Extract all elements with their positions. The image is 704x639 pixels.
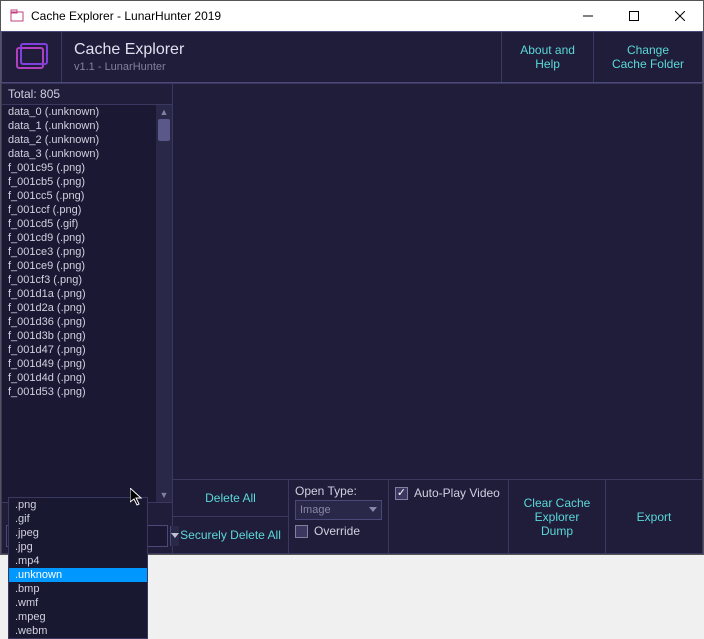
dropdown-item[interactable]: .unknown [9, 568, 147, 582]
list-item[interactable]: f_001ccf (.png) [2, 203, 156, 217]
scroll-down-button[interactable]: ▼ [156, 488, 172, 502]
list-item[interactable]: f_001d1a (.png) [2, 287, 156, 301]
open-type-select[interactable]: Image [295, 500, 382, 520]
dropdown-item[interactable]: .webm [9, 624, 147, 638]
list-item[interactable]: f_001ce3 (.png) [2, 245, 156, 259]
scroll-thumb[interactable] [158, 119, 170, 141]
maximize-button[interactable] [611, 1, 657, 31]
dropdown-item[interactable]: .gif [9, 512, 147, 526]
export-button[interactable]: Export [605, 480, 702, 553]
list-item[interactable]: f_001d2a (.png) [2, 301, 156, 315]
list-item[interactable]: f_001c95 (.png) [2, 161, 156, 175]
list-item[interactable]: data_0 (.unknown) [2, 105, 156, 119]
header-subtitle: v1.1 - LunarHunter [74, 61, 489, 73]
scroll-up-button[interactable]: ▲ [156, 105, 172, 119]
close-button[interactable] [657, 1, 703, 31]
dropdown-item[interactable]: .jpeg [9, 526, 147, 540]
window-title: Cache Explorer - LunarHunter 2019 [31, 9, 565, 23]
scrollbar[interactable]: ▲ ▼ [156, 105, 172, 502]
autoplay-column: Auto-Play Video [389, 480, 509, 553]
autoplay-row: Auto-Play Video [395, 486, 502, 500]
bottom-toolbar: Delete All Securely Delete All Open Type… [173, 479, 702, 553]
chevron-down-icon [369, 504, 377, 516]
titlebar: Cache Explorer - LunarHunter 2019 [1, 1, 703, 31]
filter-dropdown[interactable]: .png.gif.jpeg.jpg.mp4.unknown.bmp.wmf.mp… [8, 497, 148, 639]
list-item[interactable]: data_3 (.unknown) [2, 147, 156, 161]
list-item[interactable]: data_2 (.unknown) [2, 133, 156, 147]
file-list[interactable]: data_0 (.unknown)data_1 (.unknown)data_2… [2, 105, 156, 502]
autoplay-checkbox[interactable] [395, 487, 408, 500]
left-panel: Total: 805 data_0 (.unknown)data_1 (.unk… [1, 83, 173, 554]
override-label: Override [314, 524, 360, 538]
app-window: Cache Explorer - LunarHunter 2019 Cache … [0, 0, 704, 555]
open-type-label: Open Type: [295, 484, 382, 498]
list-item[interactable]: f_001d3b (.png) [2, 329, 156, 343]
override-row: Override [295, 524, 382, 538]
list-item[interactable]: data_1 (.unknown) [2, 119, 156, 133]
list-item[interactable]: f_001d53 (.png) [2, 385, 156, 399]
list-item[interactable]: f_001ce9 (.png) [2, 259, 156, 273]
list-item[interactable]: f_001d36 (.png) [2, 315, 156, 329]
clear-cache-dump-button[interactable]: Clear Cache Explorer Dump [509, 480, 605, 553]
list-item[interactable]: f_001d49 (.png) [2, 357, 156, 371]
main-body: Total: 805 data_0 (.unknown)data_1 (.unk… [1, 83, 703, 554]
window-controls [565, 1, 703, 31]
delete-column: Delete All Securely Delete All [173, 480, 289, 553]
app-header: Cache Explorer v1.1 - LunarHunter About … [1, 31, 703, 83]
total-count: Total: 805 [2, 84, 172, 105]
dropdown-item[interactable]: .mp4 [9, 554, 147, 568]
preview-area [173, 84, 702, 479]
autoplay-label: Auto-Play Video [414, 486, 500, 500]
dropdown-item[interactable]: .wmf [9, 596, 147, 610]
about-help-button[interactable]: About and Help [501, 32, 593, 82]
dropdown-item[interactable]: .png [9, 498, 147, 512]
securely-delete-all-button[interactable]: Securely Delete All [173, 516, 288, 553]
list-item[interactable]: f_001cf3 (.png) [2, 273, 156, 287]
list-item[interactable]: f_001d4d (.png) [2, 371, 156, 385]
open-type-value: Image [300, 504, 331, 516]
dropdown-item[interactable]: .jpg [9, 540, 147, 554]
list-item[interactable]: f_001cc5 (.png) [2, 189, 156, 203]
list-item[interactable]: f_001cd5 (.gif) [2, 217, 156, 231]
list-item[interactable]: f_001cb5 (.png) [2, 175, 156, 189]
right-panel: Delete All Securely Delete All Open Type… [173, 83, 703, 554]
app-icon [9, 8, 25, 24]
header-logo [2, 32, 62, 82]
dropdown-item[interactable]: .mpeg [9, 610, 147, 624]
filter-dropdown-button[interactable] [170, 526, 179, 546]
list-item[interactable]: f_001cd9 (.png) [2, 231, 156, 245]
scroll-track[interactable] [156, 119, 172, 488]
open-type-column: Open Type: Image Override [289, 480, 389, 553]
file-list-wrap: data_0 (.unknown)data_1 (.unknown)data_2… [2, 105, 172, 502]
dropdown-item[interactable]: .bmp [9, 582, 147, 596]
list-item[interactable]: f_001d47 (.png) [2, 343, 156, 357]
override-checkbox[interactable] [295, 525, 308, 538]
change-cache-folder-button[interactable]: Change Cache Folder [593, 32, 702, 82]
delete-all-button[interactable]: Delete All [173, 480, 288, 516]
header-title: Cache Explorer [74, 41, 489, 59]
header-text: Cache Explorer v1.1 - LunarHunter [62, 37, 501, 77]
minimize-button[interactable] [565, 1, 611, 31]
